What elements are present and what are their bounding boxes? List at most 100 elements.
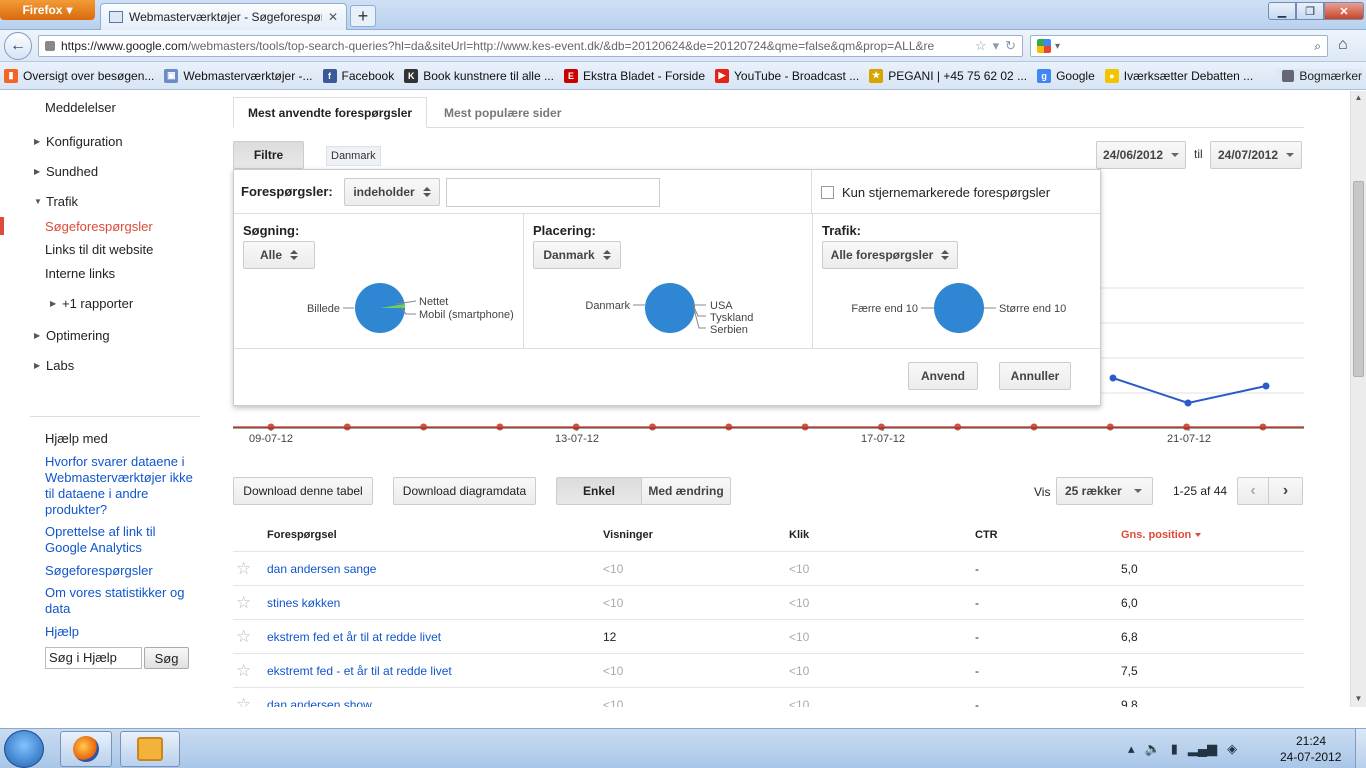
history-dropdown-icon[interactable]: ▾ (993, 38, 1000, 54)
bookmark-item[interactable]: f Facebook (322, 68, 394, 83)
close-tab-icon[interactable]: ✕ (328, 10, 338, 24)
column-header-query[interactable]: Forespørgsel (267, 529, 337, 541)
star-icon[interactable]: ☆ (236, 695, 251, 707)
apply-button[interactable]: Anvend (908, 362, 978, 390)
tray-expand-icon[interactable]: ▴ (1128, 741, 1135, 757)
date-to-select[interactable]: 24/07/2012 (1210, 141, 1302, 169)
home-icon[interactable]: ⌂ (1338, 36, 1348, 54)
data-point-red[interactable] (496, 423, 504, 431)
new-tab-button[interactable]: + (350, 5, 376, 27)
bookmark-item[interactable]: ▶ YouTube - Broadcast ... (715, 68, 859, 83)
column-header-avg-position[interactable]: Gns. position (1121, 529, 1201, 541)
start-button[interactable] (4, 730, 44, 768)
sidebar-item-health[interactable]: ▶ Sundhed (34, 164, 98, 179)
download-table-button[interactable]: Download denne tabel (233, 477, 373, 505)
update-icon[interactable]: ◈ (1227, 741, 1237, 757)
signal-icon[interactable]: ▂▄▆ (1188, 741, 1217, 757)
query-mode-select[interactable]: indeholder (344, 178, 440, 206)
help-link-analytics[interactable]: Oprettelse af link til Google Analytics (45, 524, 195, 556)
sidebar-item-more-reports[interactable]: ▶ +1 rapporter (50, 296, 133, 311)
clock-date[interactable]: 24-07-2012 (1280, 750, 1341, 764)
star-icon[interactable]: ☆ (236, 559, 251, 579)
minimize-button[interactable]: ▁ (1268, 2, 1296, 20)
star-icon[interactable]: ☆ (236, 593, 251, 613)
traffic-select[interactable]: Alle forespørgsler (822, 241, 958, 269)
download-chart-data-button[interactable]: Download diagramdata (393, 477, 536, 505)
data-point-red[interactable] (954, 423, 962, 431)
data-point-blue[interactable] (1184, 399, 1192, 407)
help-link-search-queries[interactable]: Søgeforespørgsler (45, 563, 195, 579)
sidebar-item-optimization[interactable]: ▶ Optimering (34, 328, 110, 343)
data-point-red[interactable] (343, 423, 351, 431)
sidebar-item-links-to-site[interactable]: Links til dit website (45, 242, 153, 257)
sidebar-item-configuration[interactable]: ▶ Konfiguration (34, 134, 123, 149)
search-type-select[interactable]: Alle (243, 241, 315, 269)
query-link[interactable]: stines køkken (267, 596, 340, 610)
data-point-red[interactable] (1259, 423, 1267, 431)
data-point-red[interactable] (420, 423, 428, 431)
help-link-statistics[interactable]: Om vores statistikker og data (45, 585, 195, 617)
bookmark-item[interactable]: ▣ Webmasterværktøjer -... (164, 68, 313, 83)
data-point-red[interactable] (1030, 423, 1038, 431)
bookmark-item[interactable]: ● Iværksætter Debatten ... (1104, 68, 1253, 83)
bookmark-star-icon[interactable]: ☆ (975, 38, 987, 54)
tab-top-queries[interactable]: Mest anvendte forespørgsler (233, 97, 428, 128)
date-from-select[interactable]: 24/06/2012 (1096, 141, 1186, 169)
scroll-down-icon[interactable]: ▼ (1353, 694, 1364, 705)
data-point-red[interactable] (877, 423, 885, 431)
scrollbar-thumb[interactable] (1353, 181, 1364, 377)
query-filter-input[interactable] (446, 178, 660, 207)
help-link-help[interactable]: Hjælp (45, 624, 195, 640)
bookmark-item[interactable]: g Google (1037, 68, 1095, 83)
bookmark-item[interactable]: K Book kunstnere til alle ... (404, 68, 554, 83)
bookmarks-menu-button[interactable]: Bogmærker (1276, 69, 1362, 83)
query-link[interactable]: ekstremt fed - et år til at redde livet (267, 664, 452, 678)
search-bar[interactable]: ▾ ⌕ (1030, 35, 1328, 57)
help-search-input[interactable]: Søg i Hjælp (45, 647, 142, 669)
sidebar-item-internal-links[interactable]: Interne links (45, 266, 115, 281)
taskbar-firefox[interactable] (60, 731, 112, 767)
view-with-change-toggle[interactable]: Med ændring (641, 477, 731, 505)
vertical-scrollbar[interactable]: ▲ ▼ (1350, 91, 1366, 707)
data-point-red[interactable] (1106, 423, 1114, 431)
starred-only-option[interactable]: Kun stjernemarkerede forespørgsler (811, 170, 1100, 214)
star-icon[interactable]: ☆ (236, 661, 251, 681)
data-point-red[interactable] (572, 423, 580, 431)
bookmark-item[interactable]: ▮ Oversigt over besøgen... (4, 68, 154, 83)
rows-per-page-select[interactable]: 25 rækker (1056, 477, 1153, 505)
data-point-blue[interactable] (1109, 374, 1117, 382)
maximize-button[interactable]: ❐ (1296, 2, 1324, 20)
bookmark-item[interactable]: ★ PEGANI | +45 75 62 02 ... (869, 68, 1027, 83)
location-select[interactable]: Danmark (533, 241, 621, 269)
show-desktop-button[interactable] (1355, 729, 1366, 768)
close-window-button[interactable]: ✕ (1324, 2, 1364, 20)
help-search-button[interactable]: Søg (144, 647, 189, 669)
bookmark-item[interactable]: E Ekstra Bladet - Forside (563, 68, 705, 83)
column-header-clicks[interactable]: Klik (789, 529, 809, 541)
search-icon[interactable]: ⌕ (1314, 39, 1321, 54)
url-text[interactable]: https://www.google.com/webmasters/tools/… (61, 39, 969, 53)
query-link[interactable]: dan andersen show (267, 698, 372, 707)
taskbar-outlook[interactable] (120, 731, 180, 767)
sidebar-item-labs[interactable]: ▶ Labs (34, 358, 74, 373)
query-link[interactable]: dan andersen sange (267, 562, 376, 576)
star-icon[interactable]: ☆ (236, 627, 251, 647)
scroll-up-icon[interactable]: ▲ (1353, 93, 1364, 104)
url-bar[interactable]: https://www.google.com/webmasters/tools/… (38, 35, 1023, 57)
network-icon[interactable]: ▮ (1171, 741, 1178, 757)
back-button[interactable]: ← (4, 32, 32, 60)
data-point-red[interactable] (649, 423, 656, 431)
column-header-ctr[interactable]: CTR (975, 529, 998, 541)
starred-only-checkbox[interactable] (821, 185, 834, 199)
reload-icon[interactable]: ↻ (1005, 38, 1016, 54)
sidebar-item-search-queries[interactable]: Søgeforespørgsler (45, 219, 153, 234)
chevron-down-icon[interactable]: ▾ (1055, 41, 1060, 52)
sidebar-item-messages[interactable]: Meddelelser (45, 100, 116, 115)
previous-page-button[interactable]: ‹ (1237, 477, 1269, 505)
volume-icon[interactable]: 🔈 (1145, 741, 1161, 757)
google-search-engine-icon[interactable] (1037, 39, 1051, 53)
cancel-button[interactable]: Annuller (999, 362, 1071, 390)
data-point-blue[interactable] (1262, 382, 1270, 390)
browser-tab-active[interactable]: Webmasterværktøjer - Søgeforespørgsle...… (100, 3, 347, 30)
clock-time[interactable]: 21:24 (1296, 734, 1326, 748)
